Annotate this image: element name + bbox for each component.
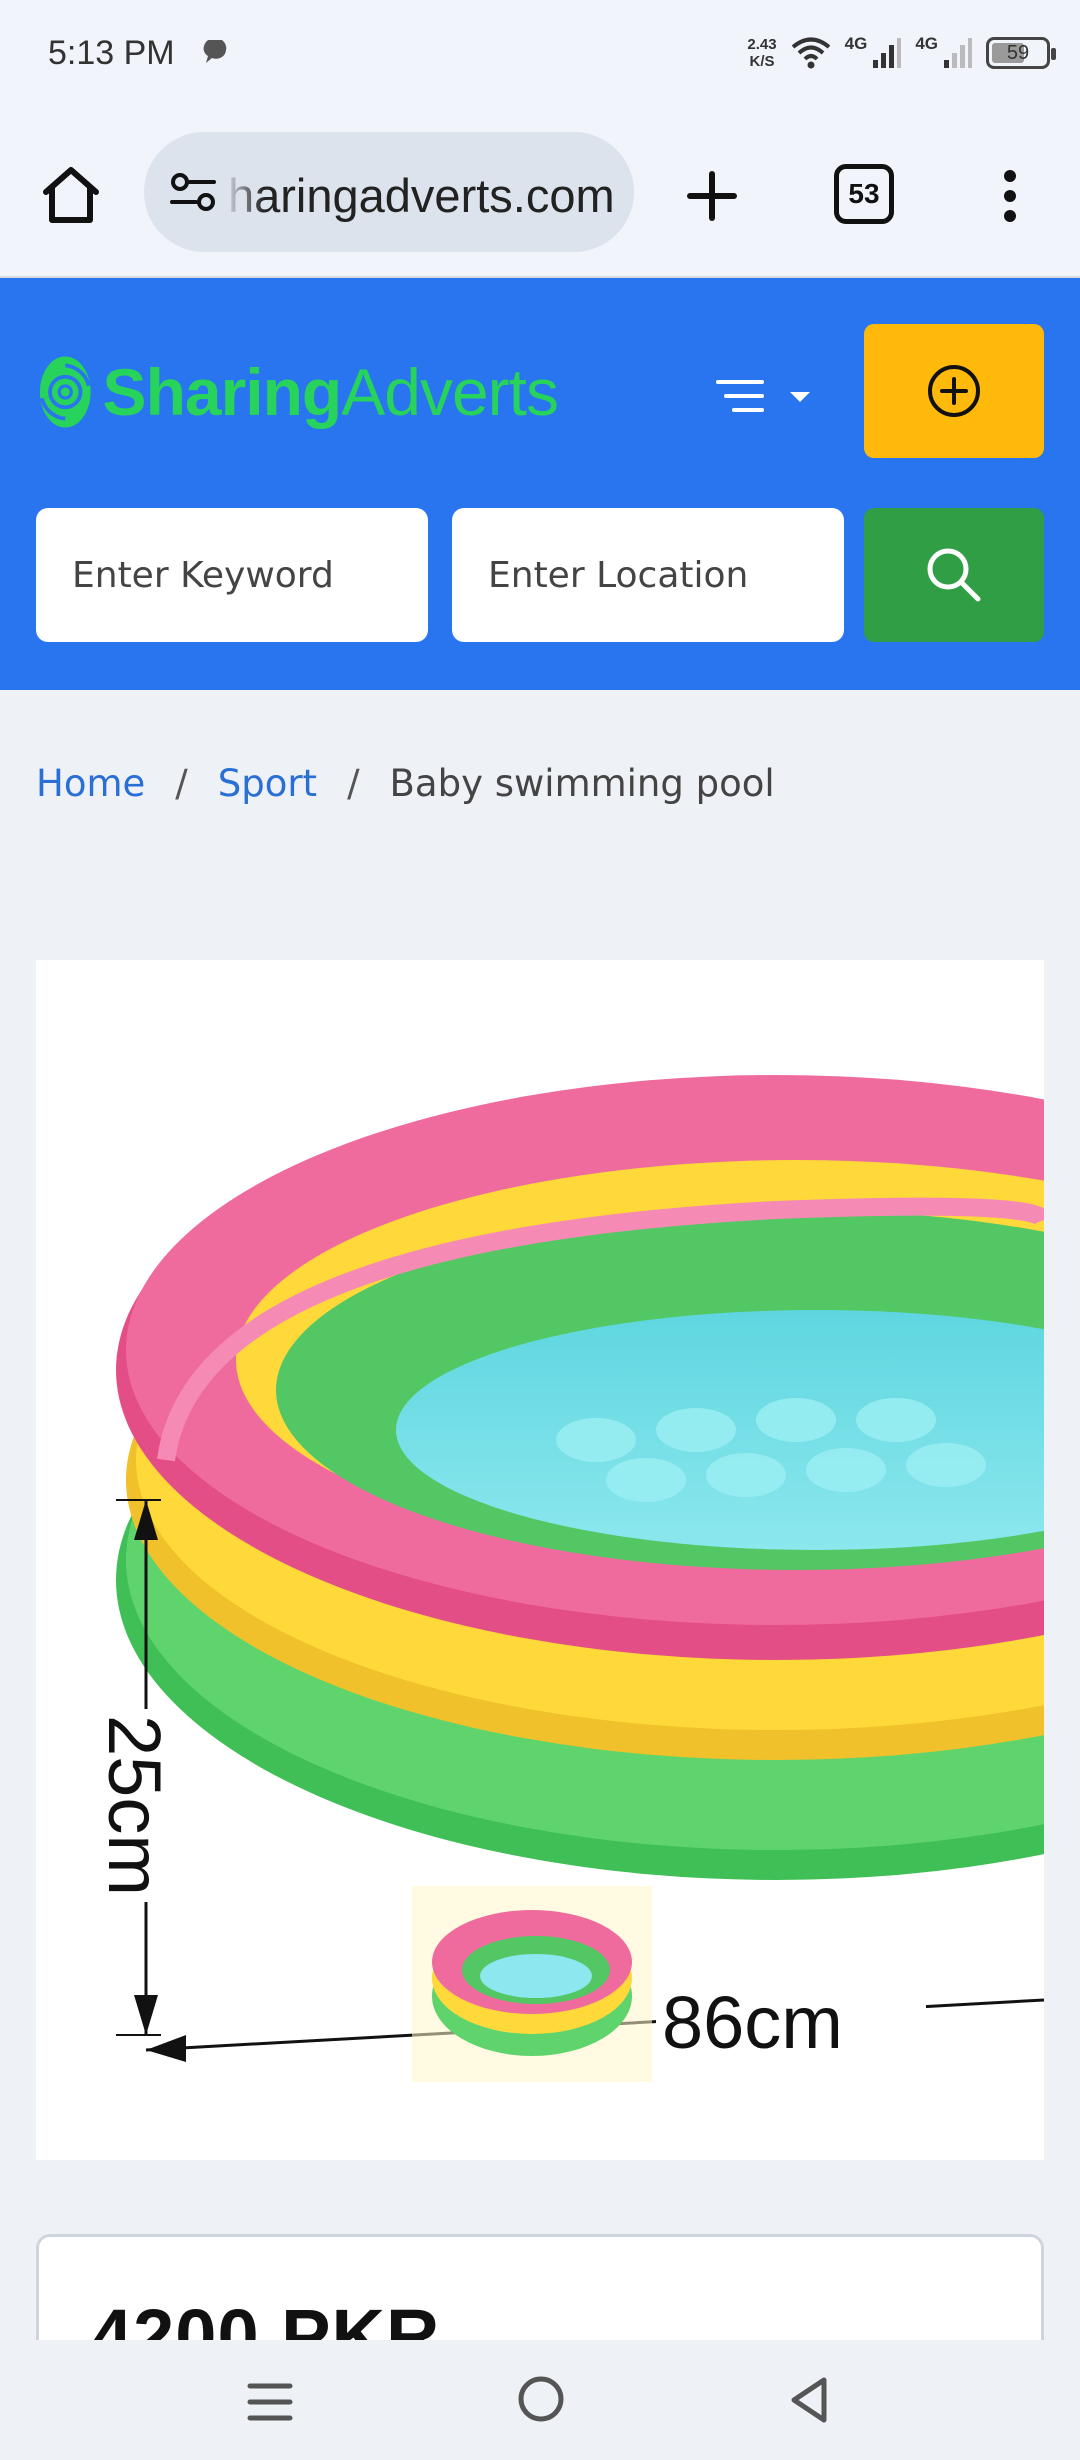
net-speed: 2.43 K/S bbox=[747, 36, 776, 70]
height-label-wrap: 25cm bbox=[91, 1690, 177, 1920]
search-icon bbox=[927, 548, 981, 602]
battery-icon: 59 bbox=[986, 37, 1056, 69]
logo-text: SharingAdverts bbox=[102, 354, 559, 430]
breadcrumb: Home / Sport / Baby swimming pool bbox=[36, 762, 775, 805]
message-icon bbox=[203, 40, 227, 63]
post-ad-button[interactable] bbox=[864, 324, 1044, 458]
location-input[interactable] bbox=[452, 508, 844, 642]
breadcrumb-home[interactable]: Home bbox=[36, 762, 145, 805]
breadcrumb-separator: / bbox=[175, 762, 188, 805]
home-circle-icon[interactable] bbox=[516, 2374, 566, 2424]
breadcrumb-sport[interactable]: Sport bbox=[218, 762, 317, 805]
height-label: 25cm bbox=[91, 1708, 177, 1902]
breadcrumb-separator: / bbox=[347, 762, 360, 805]
width-label: 86cm bbox=[662, 1981, 843, 2064]
search-row bbox=[36, 508, 1044, 642]
tabs-icon[interactable]: 53 bbox=[834, 164, 894, 224]
site-header: SharingAdverts bbox=[0, 278, 1080, 690]
url-text[interactable]: haringadverts.com bbox=[228, 168, 615, 223]
battery-level: 59 bbox=[1006, 41, 1030, 64]
site-settings-icon[interactable] bbox=[168, 172, 218, 212]
wifi-icon bbox=[791, 37, 830, 69]
thumbnail-pool-icon bbox=[432, 1910, 632, 2056]
image-thumbnail[interactable] bbox=[412, 1886, 652, 2082]
plus-circle-icon bbox=[928, 365, 980, 417]
status-icons: 2.43 K/S 4G 4G 59 bbox=[747, 28, 1056, 78]
back-icon[interactable] bbox=[786, 2374, 832, 2426]
plus-icon[interactable] bbox=[682, 166, 742, 226]
signal1-label: 4G bbox=[844, 34, 868, 53]
logo-text-adverts: Adverts bbox=[341, 355, 559, 429]
menu-toggle-icon[interactable] bbox=[712, 368, 822, 428]
logo-text-sharing: Sharing bbox=[102, 355, 343, 429]
net-speed-value: 2.43 bbox=[747, 36, 777, 53]
url-bar[interactable]: haringadverts.com bbox=[144, 132, 634, 252]
keyword-input[interactable] bbox=[36, 508, 428, 642]
system-nav-bar bbox=[0, 2340, 1080, 2460]
recents-icon[interactable] bbox=[244, 2378, 296, 2426]
breadcrumb-current: Baby swimming pool bbox=[389, 762, 775, 805]
signal-icon bbox=[944, 38, 972, 68]
signal-icon bbox=[873, 38, 902, 68]
browser-toolbar: haringadverts.com 53 bbox=[0, 110, 1080, 278]
home-icon[interactable] bbox=[38, 162, 104, 228]
status-bar: 5:13 PM 2.43 K/S 4G 4G 59 bbox=[0, 0, 1080, 110]
more-vert-icon[interactable] bbox=[990, 166, 1030, 226]
site-logo[interactable]: SharingAdverts bbox=[38, 332, 559, 452]
status-time: 5:13 PM bbox=[48, 34, 175, 72]
search-button[interactable] bbox=[864, 508, 1044, 642]
net-speed-unit: K/S bbox=[749, 53, 775, 70]
signal2-label: 4G bbox=[915, 34, 938, 53]
product-image[interactable]: 25cm 86cm bbox=[36, 960, 1044, 2160]
logo-mark-icon bbox=[39, 356, 91, 428]
